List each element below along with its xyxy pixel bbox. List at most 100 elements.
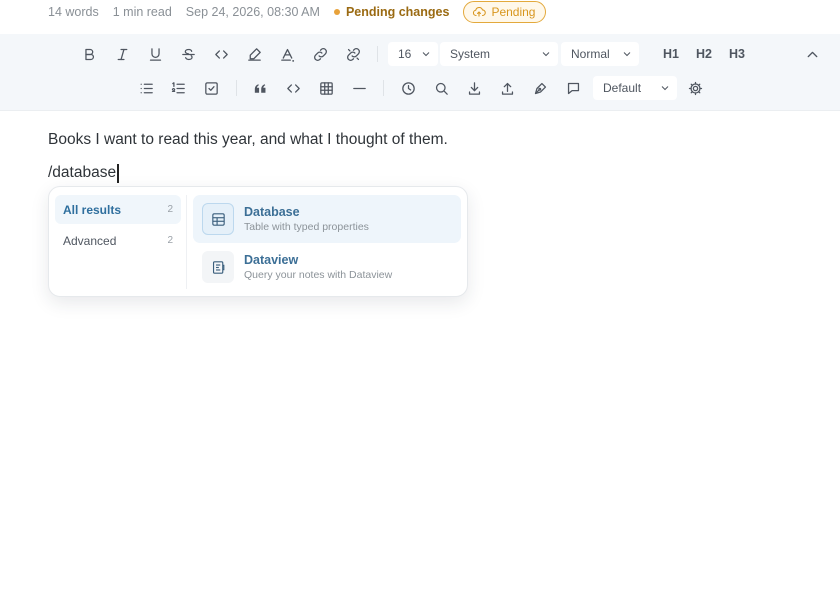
option-subtitle: Table with typed properties <box>244 221 369 233</box>
timestamp: Sep 24, 2026, 08:30 AM <box>185 5 320 19</box>
text-color-button[interactable] <box>274 41 300 67</box>
chevron-down-icon <box>661 86 669 91</box>
chevron-up-icon <box>807 51 817 57</box>
menu-divider <box>186 195 187 289</box>
dataview-icon <box>202 251 234 283</box>
pending-changes-indicator: Pending changes <box>333 5 449 19</box>
chevron-down-icon <box>623 52 631 57</box>
slash-command-text: /database <box>48 164 117 181</box>
bold-button[interactable] <box>76 41 102 67</box>
line-style-value: Normal <box>571 47 610 61</box>
unlink-button[interactable] <box>340 41 366 67</box>
settings-button[interactable] <box>682 75 708 101</box>
category-count: 2 <box>167 235 173 246</box>
pen-tool-icon <box>534 82 546 94</box>
draw-button[interactable] <box>527 75 553 101</box>
search-icon <box>435 82 448 95</box>
highlight-button[interactable] <box>241 41 267 67</box>
font-size-value: 16 <box>398 47 412 61</box>
status-bar: 14 words 1 min read Sep 24, 2026, 08:30 … <box>48 0 547 24</box>
category-label: Advanced <box>63 233 117 248</box>
checklist-button[interactable] <box>198 75 224 101</box>
chevron-down-icon <box>542 52 550 57</box>
comment-button[interactable] <box>560 75 586 101</box>
editor-paragraph[interactable]: Books I want to read this year, and what… <box>48 128 808 152</box>
table-button[interactable] <box>313 75 339 101</box>
strikethrough-icon <box>181 48 195 60</box>
highlighter-icon <box>247 47 261 61</box>
menu-category-list: All results 2 Advanced 2 <box>55 195 181 257</box>
underline-icon <box>149 47 161 61</box>
slash-command-line[interactable]: /database <box>48 161 808 185</box>
text-color-icon <box>280 48 294 62</box>
pending-sync-badge[interactable]: Pending <box>463 1 547 23</box>
code-block-button[interactable] <box>280 75 306 101</box>
toolbar-divider <box>383 80 384 96</box>
inline-code-button[interactable] <box>208 41 234 67</box>
font-family-select[interactable]: System <box>440 42 558 66</box>
comment-icon <box>567 82 579 94</box>
pending-badge-label: Pending <box>491 5 536 19</box>
blockquote-button[interactable] <box>247 75 273 101</box>
toolbar-row-1: 16 System Normal H1 H2 H3 <box>0 37 840 71</box>
option-title: Database <box>244 205 300 219</box>
menu-option-list: Database Table with typed properties Dat… <box>193 195 461 291</box>
category-count: 2 <box>167 204 173 215</box>
formatting-toolbar: 16 System Normal H1 H2 H3 Default <box>0 34 840 111</box>
italic-icon <box>117 48 127 60</box>
table-icon <box>202 203 234 235</box>
option-dataview[interactable]: Dataview Query your notes with Dataview <box>193 243 461 291</box>
category-all-results[interactable]: All results 2 <box>55 195 181 224</box>
pending-dot-icon <box>333 9 340 15</box>
download-icon <box>468 81 480 95</box>
font-family-value: System <box>450 47 491 61</box>
search-button[interactable] <box>428 75 454 101</box>
option-text: Database Table with typed properties <box>244 204 369 234</box>
numbered-list-icon <box>171 81 185 93</box>
code-icon <box>286 83 300 93</box>
cloud-upload-icon <box>473 6 487 17</box>
export-button[interactable] <box>494 75 520 101</box>
editor-content[interactable]: Books I want to read this year, and what… <box>48 128 808 185</box>
link-icon <box>313 47 327 61</box>
category-advanced[interactable]: Advanced 2 <box>55 226 181 255</box>
slash-command-menu: All results 2 Advanced 2 Database Table … <box>48 186 468 297</box>
unlink-icon <box>346 47 360 61</box>
option-database[interactable]: Database Table with typed properties <box>193 195 461 243</box>
gear-icon <box>688 81 702 95</box>
chevron-down-icon <box>422 52 430 57</box>
clock-icon <box>401 81 415 95</box>
history-button[interactable] <box>395 75 421 101</box>
bullet-list-button[interactable] <box>133 75 159 101</box>
line-style-select[interactable]: Normal <box>561 42 639 66</box>
heading-2-button[interactable]: H2 <box>690 42 718 66</box>
collapse-toolbar-button[interactable] <box>799 41 825 67</box>
underline-button[interactable] <box>142 41 168 67</box>
upload-icon <box>501 82 513 95</box>
numbered-list-button[interactable] <box>165 75 191 101</box>
heading-3-button[interactable]: H3 <box>723 42 751 66</box>
font-size-select[interactable]: 16 <box>388 42 438 66</box>
category-label: All results <box>63 202 122 217</box>
table-icon <box>319 81 333 95</box>
word-count: 14 words <box>48 5 99 19</box>
read-time: 1 min read <box>112 5 172 19</box>
code-icon <box>214 49 228 59</box>
option-title: Dataview <box>244 253 299 267</box>
option-subtitle: Query your notes with Dataview <box>244 269 393 281</box>
import-button[interactable] <box>461 75 487 101</box>
option-text: Dataview Query your notes with Dataview <box>244 252 392 282</box>
toolbar-divider <box>236 80 237 96</box>
checkbox-icon <box>204 81 218 95</box>
strikethrough-button[interactable] <box>175 41 201 67</box>
link-button[interactable] <box>307 41 333 67</box>
bold-icon <box>84 48 94 60</box>
theme-value: Default <box>603 81 642 95</box>
horizontal-rule-button[interactable] <box>346 75 372 101</box>
heading-1-button[interactable]: H1 <box>657 42 685 66</box>
toolbar-divider <box>377 46 378 62</box>
horizontal-rule-icon <box>352 87 366 89</box>
theme-select[interactable]: Default <box>593 76 677 100</box>
italic-button[interactable] <box>109 41 135 67</box>
text-cursor <box>117 163 119 183</box>
